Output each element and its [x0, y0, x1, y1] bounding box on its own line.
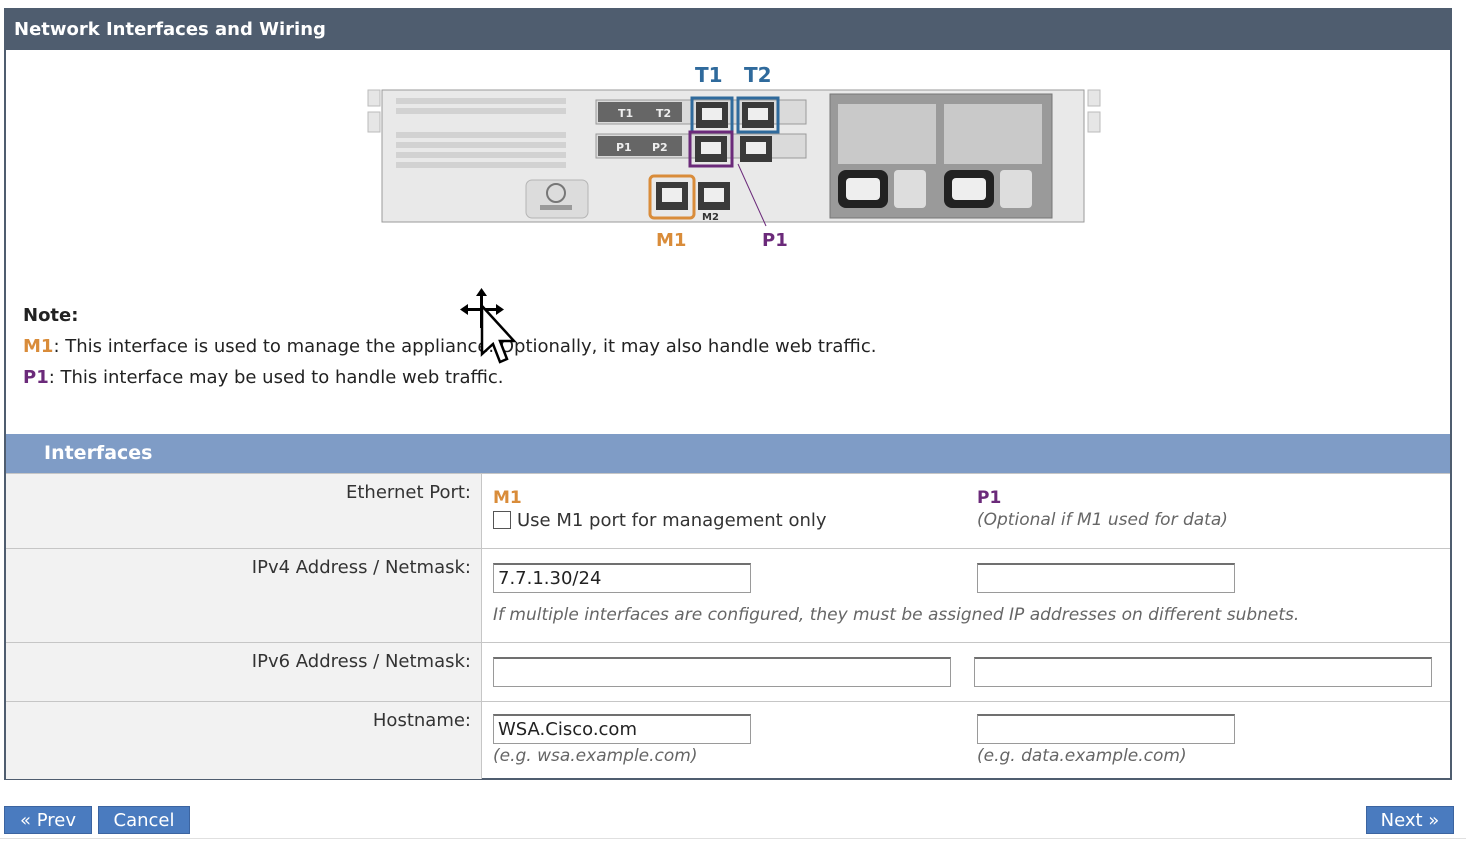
- note-p1-tag: P1: [23, 367, 49, 388]
- m1-management-option[interactable]: Use M1 port for management only: [493, 510, 827, 531]
- t2-small-label: T2: [656, 107, 671, 120]
- next-button[interactable]: Next »: [1366, 806, 1454, 834]
- network-interfaces-panel: Network Interfaces and Wiring T1 T2 P1 P…: [4, 8, 1452, 780]
- p1-column-header: P1: [977, 488, 1002, 508]
- note-m1-tag: M1: [23, 336, 54, 357]
- ipv4-label: IPv4 Address / Netmask:: [6, 549, 482, 643]
- p1-ipv6-input[interactable]: [974, 657, 1432, 687]
- power-socket-icon: [838, 170, 926, 208]
- p1-label: P1: [762, 230, 788, 251]
- panel-title: Network Interfaces and Wiring: [6, 10, 1450, 50]
- p1-ipv4-input[interactable]: [977, 563, 1235, 593]
- note-section: Note: M1: This interface is used to mana…: [23, 300, 876, 393]
- p1-small-label: P1: [616, 141, 632, 154]
- ipv4-row: IPv4 Address / Netmask: 7.7.1.30/24 If m…: [6, 548, 1450, 643]
- m1-ipv6-input[interactable]: [493, 657, 951, 687]
- t1-label: T1: [695, 63, 723, 87]
- power-socket-icon: [944, 170, 1032, 208]
- m1-management-checkbox-label: Use M1 port for management only: [517, 510, 827, 531]
- ipv6-row: IPv6 Address / Netmask:: [6, 642, 1450, 702]
- interfaces-section-header: Interfaces: [6, 434, 1450, 473]
- p1-port-icon: [688, 130, 734, 168]
- prev-button[interactable]: « Prev: [4, 806, 92, 834]
- t2-label: T2: [744, 63, 772, 87]
- ethernet-port-row: Ethernet Port: M1 Use M1 port for manage…: [6, 473, 1450, 549]
- m1-column-header: M1: [493, 488, 522, 508]
- ipv4-subnet-hint: If multiple interfaces are configured, t…: [493, 605, 1300, 625]
- m1-ipv4-input[interactable]: 7.7.1.30/24: [493, 563, 751, 593]
- m1-hostname-input[interactable]: WSA.Cisco.com: [493, 714, 751, 744]
- mouse-cursor-icon: [460, 288, 517, 364]
- p1-optional-hint: (Optional if M1 used for data): [977, 510, 1228, 530]
- m1-hostname-hint: (e.g. wsa.example.com): [493, 746, 698, 766]
- hostname-label: Hostname:: [6, 702, 482, 779]
- note-label: Note:: [23, 305, 79, 326]
- p2-small-label: P2: [652, 141, 668, 154]
- page-bottom-divider: [0, 838, 1466, 839]
- appliance-diagram: T1 T2 P1 P2 M2 T1 T2 M1 P1: [367, 63, 1101, 251]
- note-p1-text: : This interface may be used to handle w…: [48, 367, 504, 388]
- p2-port-icon: [740, 136, 772, 162]
- m1-label: M1: [656, 230, 686, 251]
- t2-port-icon: [736, 96, 780, 134]
- t1-port-icon: [690, 96, 734, 134]
- cancel-button[interactable]: Cancel: [98, 806, 190, 834]
- p1-hostname-hint: (e.g. data.example.com): [977, 746, 1187, 766]
- p1-hostname-input[interactable]: [977, 714, 1235, 744]
- ethernet-port-label: Ethernet Port:: [6, 474, 482, 549]
- m1-management-checkbox[interactable]: [493, 511, 511, 529]
- m2-small-label: M2: [702, 212, 719, 223]
- ipv6-label: IPv6 Address / Netmask:: [6, 643, 482, 702]
- t1-small-label: T1: [618, 107, 633, 120]
- hostname-row: Hostname: WSA.Cisco.com (e.g. wsa.exampl…: [6, 701, 1450, 779]
